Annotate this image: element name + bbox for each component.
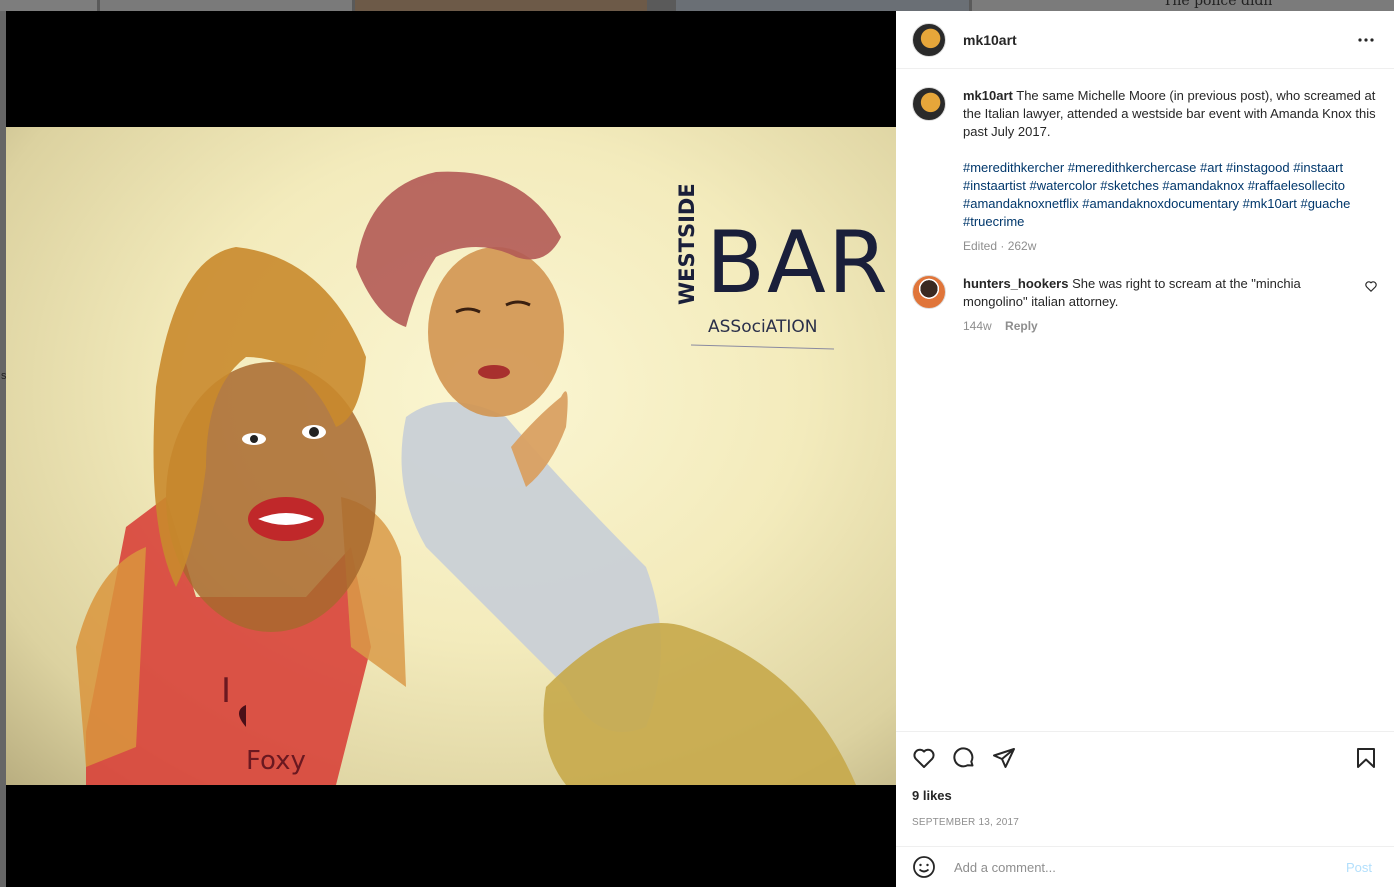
post-media[interactable]: WESTSIDE BAR ASSociATION I Foxy xyxy=(6,11,896,887)
post-header: mk10art xyxy=(896,11,1394,69)
smiley-icon[interactable] xyxy=(912,855,936,879)
art-text-association: ASSociATION xyxy=(708,317,818,337)
caption-body: mk10art The same Michelle Moore (in prev… xyxy=(963,87,1378,255)
paper-plane-icon[interactable] xyxy=(992,746,1016,770)
comment-item: hunters_hookers She was right to scream … xyxy=(912,275,1378,335)
comments-list[interactable]: mk10art The same Michelle Moore (in prev… xyxy=(896,69,1394,731)
more-horizontal-icon xyxy=(1358,37,1374,42)
comment-meta: 144w Reply xyxy=(963,317,1347,335)
post-sidebar: mk10art mk10art The same Michelle Moore … xyxy=(896,11,1394,887)
author-avatar[interactable] xyxy=(912,22,946,57)
caption-username[interactable]: mk10art xyxy=(963,88,1013,103)
feed-thumb-2 xyxy=(100,0,352,11)
post-comment-button[interactable]: Post xyxy=(1340,859,1378,876)
caption-avatar[interactable] xyxy=(912,87,946,121)
post-modal: WESTSIDE BAR ASSociATION I Foxy mk10art xyxy=(6,11,1394,887)
comment-like-heart-icon[interactable] xyxy=(1364,279,1378,293)
feed-thumb-4 xyxy=(676,0,969,11)
reply-button[interactable]: Reply xyxy=(1005,319,1038,333)
caption-text: The same Michelle Moore (in previous pos… xyxy=(963,88,1376,139)
feed-snippet-text: The police didn xyxy=(1163,0,1273,9)
art-text-westside: WESTSIDE xyxy=(675,183,699,305)
like-count[interactable]: 9 likes xyxy=(912,788,1394,803)
add-comment-bar: Post xyxy=(896,846,1394,887)
bookmark-icon[interactable] xyxy=(1354,746,1378,770)
action-bar xyxy=(912,732,1394,784)
caption-hashtags[interactable]: #meredithkercher #meredithkerchercase #a… xyxy=(963,159,1378,231)
comment-input[interactable] xyxy=(952,858,1324,876)
post-date[interactable]: SEPTEMBER 13, 2017 xyxy=(912,817,1394,828)
comment-bubble-icon[interactable] xyxy=(952,746,976,770)
more-options-button[interactable] xyxy=(1354,28,1378,52)
commenter-avatar[interactable] xyxy=(912,275,946,309)
comment-body: hunters_hookers She was right to scream … xyxy=(963,275,1347,335)
comment-age: 144w xyxy=(963,319,992,333)
heart-icon[interactable] xyxy=(912,746,936,770)
caption-meta: Edited · 262w xyxy=(963,239,1037,253)
art-text-bar: BAR xyxy=(706,213,890,313)
author-username[interactable]: mk10art xyxy=(963,32,1017,48)
post-image[interactable]: WESTSIDE BAR ASSociATION I Foxy xyxy=(6,127,896,785)
post-actions-area: 9 likes SEPTEMBER 13, 2017 xyxy=(896,731,1394,846)
feed-thumb-3 xyxy=(355,0,647,11)
watercolor-painting: WESTSIDE BAR ASSociATION I Foxy xyxy=(76,171,890,785)
commenter-username[interactable]: hunters_hookers xyxy=(963,276,1068,291)
art-text-i: I xyxy=(221,671,231,711)
art-text-foxy: Foxy xyxy=(246,746,306,776)
caption: mk10art The same Michelle Moore (in prev… xyxy=(912,87,1378,255)
feed-thumb-1 xyxy=(0,0,97,11)
